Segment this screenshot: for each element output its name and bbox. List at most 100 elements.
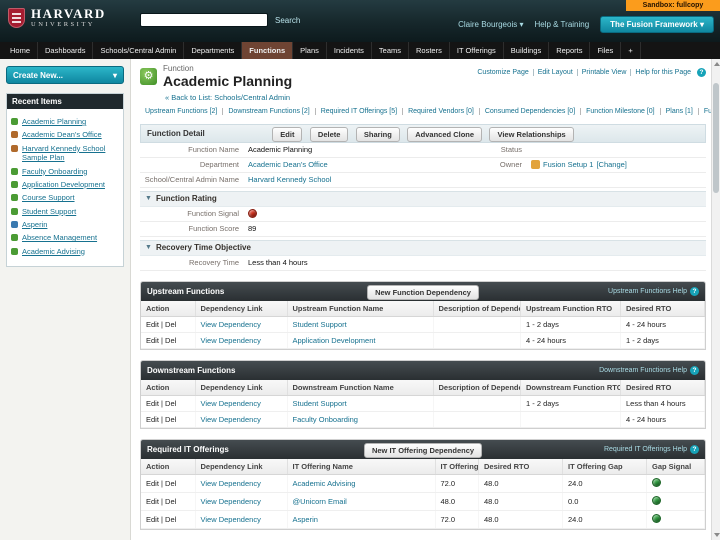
tab-reports[interactable]: Reports bbox=[549, 42, 591, 59]
view-dependency-link[interactable]: View Dependency bbox=[201, 479, 261, 488]
column-header[interactable]: Gap Signal bbox=[646, 458, 705, 475]
help-icon[interactable]: ? bbox=[690, 365, 699, 375]
view-dependency-link[interactable]: View Dependency bbox=[201, 336, 261, 345]
scroll-up-arrow-icon[interactable] bbox=[714, 62, 720, 66]
column-header[interactable]: Desired RTO bbox=[478, 458, 563, 475]
printable-view-link[interactable]: Printable View bbox=[577, 69, 632, 77]
tab-buildings[interactable]: Buildings bbox=[504, 42, 550, 59]
row-action-links[interactable]: Edit | Del bbox=[141, 474, 196, 493]
view-dependency-link[interactable]: View Dependency bbox=[201, 399, 261, 408]
shortcut-upstream-functions[interactable]: Upstream Functions [2] bbox=[140, 108, 224, 115]
shortcut-required-it-offerings[interactable]: Required IT Offerings [5] bbox=[315, 108, 404, 115]
column-header[interactable]: IT Offering RTO bbox=[435, 458, 479, 475]
rto-section-header[interactable]: ▼ Recovery Time Objective bbox=[140, 239, 706, 256]
required-it-offerings-help-link[interactable]: Required IT Offerings Help bbox=[604, 446, 687, 453]
recent-item-absence-management[interactable]: Absence Management bbox=[22, 233, 97, 242]
tab-it-offerings[interactable]: IT Offerings bbox=[450, 42, 504, 59]
tab-files[interactable]: Files bbox=[590, 42, 622, 59]
row-action-links[interactable]: Edit | Del bbox=[141, 492, 196, 511]
tab-plans[interactable]: Plans bbox=[293, 42, 327, 59]
row-action-links[interactable]: Edit | Del bbox=[141, 411, 196, 428]
column-header[interactable]: Description of Dependency bbox=[433, 300, 521, 317]
customize-page-link[interactable]: Customize Page bbox=[473, 69, 534, 77]
column-header[interactable]: Desired RTO bbox=[620, 300, 705, 317]
row-action-links[interactable]: Edit | Del bbox=[141, 510, 196, 529]
function-name-link[interactable]: Application Development bbox=[293, 336, 376, 345]
recent-item-student-support[interactable]: Student Support bbox=[22, 207, 76, 216]
row-action-links[interactable]: Edit | Del bbox=[141, 332, 196, 349]
shortcut-consumed-dependencies[interactable]: Consumed Dependencies [0] bbox=[479, 108, 582, 115]
sharing-button[interactable]: Sharing bbox=[355, 127, 400, 143]
app-menu-button[interactable]: The Fusion Framework ▾ bbox=[600, 16, 714, 33]
recent-item-academic-deans-office[interactable]: Academic Dean's Office bbox=[22, 130, 102, 139]
tab-incidents[interactable]: Incidents bbox=[327, 42, 372, 59]
recent-item-asperin[interactable]: Asperin bbox=[22, 220, 47, 229]
owner-link[interactable]: Fusion Setup 1 bbox=[543, 160, 593, 169]
function-name-link[interactable]: Student Support bbox=[293, 320, 347, 329]
department-link[interactable]: Academic Dean's Office bbox=[248, 160, 328, 169]
it-offering-name-link[interactable]: @Unicorn Email bbox=[293, 497, 347, 506]
shortcut-downstream-functions[interactable]: Downstream Functions [2] bbox=[223, 108, 316, 115]
recent-item-application-development[interactable]: Application Development bbox=[22, 180, 105, 189]
view-dependency-link[interactable]: View Dependency bbox=[201, 320, 261, 329]
column-header[interactable]: Upstream Function RTO bbox=[520, 300, 621, 317]
user-menu[interactable]: Claire Bourgeois ▾ bbox=[458, 20, 523, 29]
recent-item-faculty-onboarding[interactable]: Faculty Onboarding bbox=[22, 167, 87, 176]
it-offering-name-link[interactable]: Academic Advising bbox=[293, 479, 356, 488]
column-header[interactable]: Downstream Function Name bbox=[287, 379, 434, 396]
new-function-dependency-button[interactable]: New Function Dependency bbox=[367, 285, 479, 301]
upstream-functions-help-link[interactable]: Upstream Functions Help bbox=[608, 288, 687, 295]
column-header[interactable]: Action bbox=[141, 458, 196, 475]
tab-home[interactable]: Home bbox=[3, 42, 39, 59]
tab-teams[interactable]: Teams bbox=[372, 42, 410, 59]
help-icon[interactable]: ? bbox=[690, 444, 699, 454]
tab-rosters[interactable]: Rosters bbox=[409, 42, 450, 59]
column-header[interactable]: Upstream Function Name bbox=[287, 300, 434, 317]
tab-functions[interactable]: Functions bbox=[242, 42, 294, 59]
view-dependency-link[interactable]: View Dependency bbox=[201, 515, 261, 524]
edit-button[interactable]: Edit bbox=[272, 127, 303, 143]
school-link[interactable]: Harvard Kennedy School bbox=[248, 175, 331, 184]
tab-dashboards[interactable]: Dashboards bbox=[38, 42, 94, 59]
edit-layout-link[interactable]: Edit Layout bbox=[533, 69, 578, 77]
help-icon[interactable]: ? bbox=[697, 68, 706, 77]
column-header[interactable]: Action bbox=[141, 379, 196, 396]
function-rating-section-header[interactable]: ▼ Function Rating bbox=[140, 190, 706, 207]
shortcut-plans[interactable]: Plans [1] bbox=[660, 108, 699, 115]
vertical-scrollbar[interactable] bbox=[711, 59, 720, 540]
downstream-functions-help-link[interactable]: Downstream Functions Help bbox=[599, 367, 687, 374]
column-header[interactable]: Action bbox=[141, 300, 196, 317]
tab-schools-central-admin[interactable]: Schools/Central Admin bbox=[93, 42, 185, 59]
scroll-down-arrow-icon[interactable] bbox=[714, 533, 720, 537]
new-it-offering-dependency-button[interactable]: New IT Offering Dependency bbox=[363, 443, 483, 459]
advanced-clone-button[interactable]: Advanced Clone bbox=[407, 127, 483, 143]
column-header[interactable]: Description of Dependency bbox=[433, 379, 521, 396]
tab-add[interactable]: + bbox=[621, 42, 641, 59]
row-action-links[interactable]: Edit | Del bbox=[141, 395, 196, 412]
view-dependency-link[interactable]: View Dependency bbox=[201, 415, 261, 424]
create-new-button[interactable]: Create New... ▾ bbox=[6, 66, 124, 84]
view-relationships-button[interactable]: View Relationships bbox=[489, 127, 574, 143]
function-name-link[interactable]: Faculty Onboarding bbox=[293, 415, 358, 424]
back-to-list-link[interactable]: « Back to List: Schools/Central Admin bbox=[165, 93, 290, 102]
delete-button[interactable]: Delete bbox=[309, 127, 349, 143]
help-icon[interactable]: ? bbox=[690, 286, 699, 296]
recent-item-hks-sample-plan[interactable]: Harvard Kennedy School Sample Plan bbox=[22, 144, 119, 163]
search-input[interactable] bbox=[140, 13, 268, 27]
column-header[interactable]: IT Offering Name bbox=[287, 458, 436, 475]
change-owner-link[interactable]: [Change] bbox=[596, 160, 626, 169]
function-name-link[interactable]: Student Support bbox=[293, 399, 347, 408]
it-offering-name-link[interactable]: Asperin bbox=[293, 515, 318, 524]
help-for-page-link[interactable]: Help for this Page bbox=[631, 69, 695, 76]
search-button[interactable]: Search bbox=[275, 16, 300, 25]
recent-item-course-support[interactable]: Course Support bbox=[22, 193, 75, 202]
column-header[interactable]: IT Offering Gap bbox=[562, 458, 647, 475]
column-header[interactable]: Dependency Link bbox=[195, 300, 288, 317]
recent-item-academic-planning[interactable]: Academic Planning bbox=[22, 117, 86, 126]
view-dependency-link[interactable]: View Dependency bbox=[201, 497, 261, 506]
column-header[interactable]: Dependency Link bbox=[195, 379, 288, 396]
tab-departments[interactable]: Departments bbox=[184, 42, 243, 59]
shortcut-function-milestone[interactable]: Function Milestone [0] bbox=[581, 108, 661, 115]
scrollbar-thumb[interactable] bbox=[713, 83, 719, 193]
column-header[interactable]: Desired RTO bbox=[620, 379, 705, 396]
